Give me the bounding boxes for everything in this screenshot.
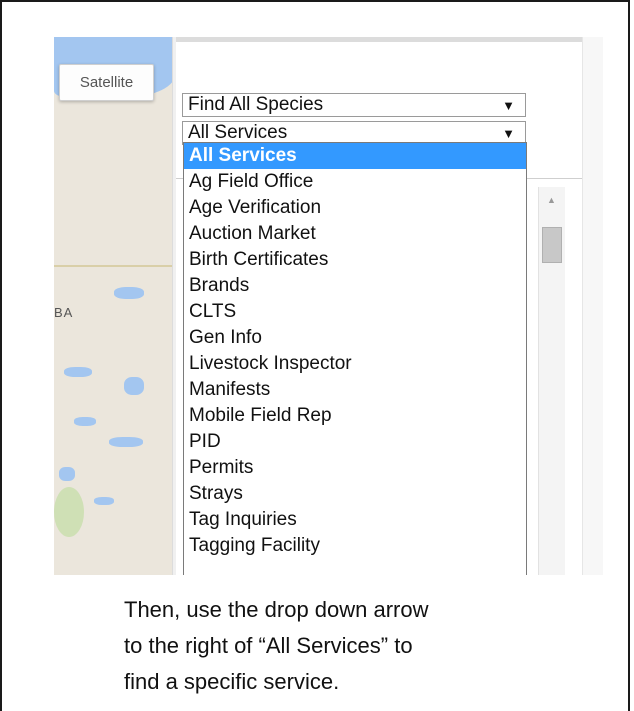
map-water [94,497,114,505]
scroll-up-icon[interactable]: ▲ [547,195,556,205]
results-scrollbar[interactable]: ▲ [538,187,565,575]
map-park [54,487,84,537]
service-option[interactable]: Manifests [184,377,526,403]
service-option[interactable]: Brands [184,273,526,299]
service-option[interactable]: Strays [184,481,526,507]
satellite-button[interactable]: Satellite [59,64,154,101]
service-option[interactable]: Mobile Field Rep [184,403,526,429]
service-option[interactable]: Permits [184,455,526,481]
service-option[interactable]: Ag Field Office [184,169,526,195]
right-panel-edge [582,37,603,575]
map-water [74,417,96,426]
scrollbar-thumb[interactable] [542,227,562,263]
species-select[interactable]: Find All Species ▼ [182,93,526,117]
services-select-value: All Services [188,122,288,143]
services-dropdown-list[interactable]: All Services Ag Field Office Age Verific… [183,142,527,575]
map-road [54,265,176,267]
service-option[interactable]: Auction Market [184,221,526,247]
service-option[interactable]: Gen Info [184,325,526,351]
map-water [114,287,144,299]
service-option[interactable]: Tagging Facility [184,533,526,559]
chevron-down-icon[interactable]: ▼ [502,95,515,117]
species-select-value: Find All Species [188,94,324,115]
instruction-caption: Then, use the drop down arrow to the rig… [124,592,584,700]
service-option[interactable]: Tag Inquiries [184,507,526,533]
service-option[interactable]: CLTS [184,299,526,325]
map-water [124,377,144,395]
service-option[interactable]: Birth Certificates [184,247,526,273]
map-water [59,467,75,481]
caption-line: to the right of “All Services” to [124,633,413,658]
service-option[interactable]: Age Verification [184,195,526,221]
service-option[interactable]: PID [184,429,526,455]
service-option[interactable]: All Services [184,143,526,169]
app-screenshot: Satellite BA Find All Species ▼ All Serv… [54,37,603,575]
search-panel: Find All Species ▼ All Services ▼ ▲ All … [176,37,582,575]
caption-line: find a specific service. [124,669,340,694]
instruction-frame: Satellite BA Find All Species ▼ All Serv… [0,0,630,711]
map-view[interactable]: Satellite BA [54,37,176,575]
caption-line: Then, use the drop down arrow [124,597,429,622]
map-water [109,437,143,447]
map-place-label: BA [54,305,74,320]
service-option[interactable]: Livestock Inspector [184,351,526,377]
map-water [64,367,92,377]
